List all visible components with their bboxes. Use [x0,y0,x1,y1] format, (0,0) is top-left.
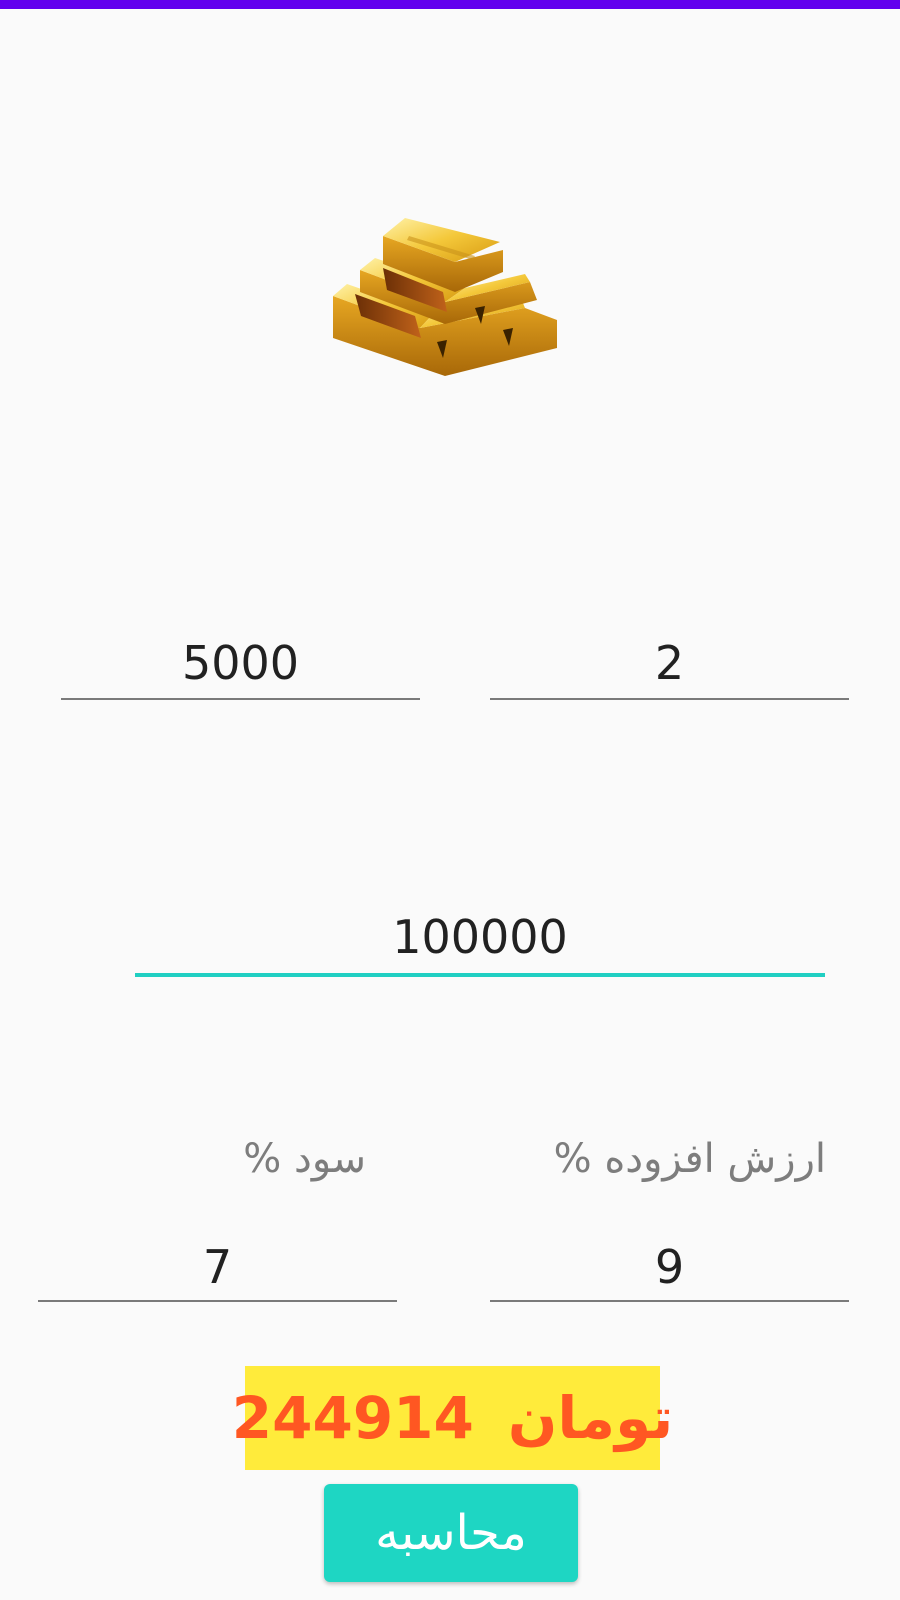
calculate-button[interactable]: محاسبه [324,1484,578,1582]
gold-bars-image [333,218,557,376]
result-currency: تومان [507,1384,674,1452]
vat-input[interactable] [490,1236,849,1298]
result-box: تومان 244914 [232,1366,673,1470]
profit-underline [38,1300,397,1302]
status-bar [0,0,900,9]
price-input[interactable] [135,906,825,968]
profit-label: سود % [243,1136,366,1182]
result-amount: 244914 [231,1384,474,1452]
vat-underline [490,1300,849,1302]
top-right-input[interactable] [490,632,849,694]
top-right-underline [490,698,849,700]
vat-label: ارزش افزوده % [553,1136,826,1182]
top-left-underline [61,698,420,700]
profit-input[interactable] [38,1236,397,1298]
top-left-input[interactable] [61,632,420,694]
price-underline [135,973,825,977]
